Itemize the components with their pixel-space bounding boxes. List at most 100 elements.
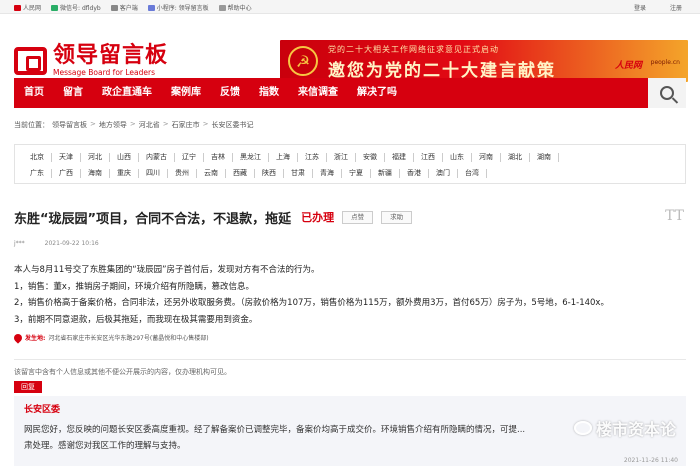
region-link[interactable]: 澳门 (429, 168, 458, 178)
login-link[interactable]: 登录 (634, 3, 646, 12)
top-link-label: 人民网 (23, 5, 42, 12)
breadcrumb-separator-icon: > (129, 120, 136, 128)
region-link[interactable]: 福建 (385, 152, 414, 162)
region-link[interactable]: 河南 (472, 152, 501, 162)
breadcrumb-link[interactable]: 领导留言板 (52, 120, 87, 130)
region-link[interactable]: 湖北 (501, 152, 530, 162)
phone-icon (110, 4, 118, 11)
post-title: 东胜“珑辰园”项目，合同不合法，不退款，拖延 (14, 211, 292, 227)
region-link[interactable]: 青海 (313, 168, 342, 178)
region-link[interactable]: 宁夏 (342, 168, 371, 178)
region-link[interactable]: 北京 (23, 152, 52, 162)
post-paragraph: 3，前期不同意退款，后极其拖延，而我现在极其需要用到资金。 (14, 314, 258, 325)
banner-brand: 人民网 (614, 61, 642, 71)
post-author: j*** (14, 240, 25, 247)
top-link[interactable]: 小程序: 领导留言板 (147, 3, 209, 12)
region-link[interactable]: 广东 (23, 168, 52, 178)
top-utility-bar: 人民网 微信号: dfldyb 客户端 小程序: 领导留言板 帮助中心 登录 注册 (0, 0, 700, 14)
breadcrumb-link[interactable]: 地方领导 (99, 120, 127, 130)
party-emblem-icon: ☭ (288, 46, 318, 76)
top-link[interactable]: 人民网 (14, 3, 41, 12)
search-icon (660, 86, 674, 100)
location-pin-icon (12, 331, 24, 344)
breadcrumb-prefix: 当前位置： (14, 121, 49, 129)
privacy-notice: 该留言中含有个人信息或其他不便公开展示的内容，仅办理机构可见。 (14, 368, 231, 376)
breadcrumb-separator-icon: > (202, 120, 209, 128)
breadcrumb-link[interactable]: 石家庄市 (172, 120, 200, 130)
top-link[interactable]: 帮助中心 (218, 3, 252, 12)
region-link[interactable]: 台湾 (458, 168, 487, 178)
nav-item[interactable]: 来信调查 (288, 78, 347, 108)
nav-item[interactable]: 案例库 (161, 78, 210, 108)
region-link[interactable]: 河北 (81, 152, 110, 162)
region-link[interactable]: 香港 (400, 168, 429, 178)
banner-subtitle: 党的二十大相关工作网络征求意见正式启动 (328, 45, 499, 54)
breadcrumb: 当前位置： 领导留言板 > 地方领导 > 河北省 > 石家庄市 > 长安区委书记 (14, 120, 254, 130)
site-header: 领导留言板 Message Board for Leaders ☭ 党的二十大相… (0, 14, 700, 82)
campaign-banner[interactable]: ☭ 党的二十大相关工作网络征求意见正式启动 邀您为党的二十大建言献策 人民网 p… (280, 40, 688, 82)
post-body: 本人与8月11号交了东胜集团的“珑辰园”房子首付后，发现对方有不合法的行为。 1… (14, 262, 686, 328)
font-size-icon[interactable]: TT (665, 208, 684, 224)
top-link[interactable]: 客户端 (110, 3, 138, 12)
region-link[interactable]: 湖南 (530, 152, 559, 162)
watermark: 楼市资本论 (573, 416, 676, 440)
top-link-label: 帮助中心 (227, 5, 252, 12)
nav-item[interactable]: 反馈 (210, 78, 249, 108)
breadcrumb-link[interactable]: 长安区委书记 (212, 120, 254, 130)
top-links: 人民网 微信号: dfldyb 客户端 小程序: 领导留言板 帮助中心 (14, 3, 252, 12)
region-link[interactable]: 安徽 (356, 152, 385, 162)
top-link[interactable]: 微信号: dfldyb (51, 3, 101, 12)
location-label: 发生地: (25, 335, 46, 342)
region-link[interactable]: 黑龙江 (233, 152, 269, 162)
region-link[interactable]: 海南 (81, 168, 110, 178)
breadcrumb-separator-icon: > (162, 120, 169, 128)
search-button[interactable] (648, 78, 686, 108)
region-link[interactable]: 新疆 (371, 168, 400, 178)
nav-item[interactable]: 首页 (14, 78, 53, 108)
logo-subtitle: Message Board for Leaders (53, 68, 156, 77)
wechat-icon (51, 4, 59, 11)
region-link[interactable]: 贵州 (168, 168, 197, 178)
logo-title: 领导留言板 (53, 43, 169, 68)
region-link[interactable]: 云南 (197, 168, 226, 178)
region-link[interactable]: 辽宁 (175, 152, 204, 162)
region-link[interactable]: 山东 (443, 152, 472, 162)
region-link[interactable]: 广西 (52, 168, 81, 178)
nav-item[interactable]: 政企直通车 (92, 78, 161, 108)
region-link[interactable]: 内蒙古 (139, 152, 175, 162)
reply-line: 肃处理。感谢您对我区工作的理解与支持。 (24, 441, 186, 451)
help-button[interactable]: 求助 (381, 210, 413, 224)
post-paragraph: 2，销售价格高于备案价格，合同非法，还另外收取服务费。（房款价格为107万，销售… (14, 298, 609, 308)
post-time: 2021-09-22 10:16 (44, 240, 99, 247)
nav-item[interactable]: 解决了吗 (347, 78, 406, 108)
banner-brand-domain: people.cn (650, 59, 680, 66)
post-meta: j*** 2021-09-22 10:16 (14, 240, 99, 247)
wechat-watermark-icon (573, 421, 592, 435)
reply-tag: 回复 (14, 381, 42, 393)
divider (14, 359, 686, 360)
praise-button[interactable]: 点赞 (342, 210, 374, 224)
region-link[interactable]: 甘肃 (284, 168, 313, 178)
region-link[interactable]: 上海 (269, 152, 298, 162)
help-icon (218, 4, 226, 11)
people-daily-icon (14, 4, 21, 11)
region-link[interactable]: 陕西 (255, 168, 284, 178)
status-badge: 已办理 (301, 211, 335, 224)
register-link[interactable]: 注册 (670, 3, 682, 12)
post-location: 发生地: 河北省石家庄市长安区光华东路297号(蓄晶悦和中心售楼部) (12, 331, 209, 344)
nav-item[interactable]: 指数 (249, 78, 288, 108)
region-link[interactable]: 江西 (414, 152, 443, 162)
breadcrumb-separator-icon: > (90, 120, 96, 128)
region-link[interactable]: 山西 (110, 152, 139, 162)
site-logo[interactable]: 领导留言板 Message Board for Leaders (14, 44, 168, 77)
region-link[interactable]: 吉林 (204, 152, 233, 162)
nav-item[interactable]: 留言 (53, 78, 92, 108)
region-link[interactable]: 四川 (139, 168, 168, 178)
region-link[interactable]: 天津 (52, 152, 81, 162)
breadcrumb-link[interactable]: 河北省 (139, 120, 160, 130)
region-link[interactable]: 重庆 (110, 168, 139, 178)
region-link[interactable]: 西藏 (226, 168, 255, 178)
region-link[interactable]: 江苏 (298, 152, 327, 162)
region-link[interactable]: 浙江 (327, 152, 356, 162)
logo-mark-icon (14, 46, 47, 75)
